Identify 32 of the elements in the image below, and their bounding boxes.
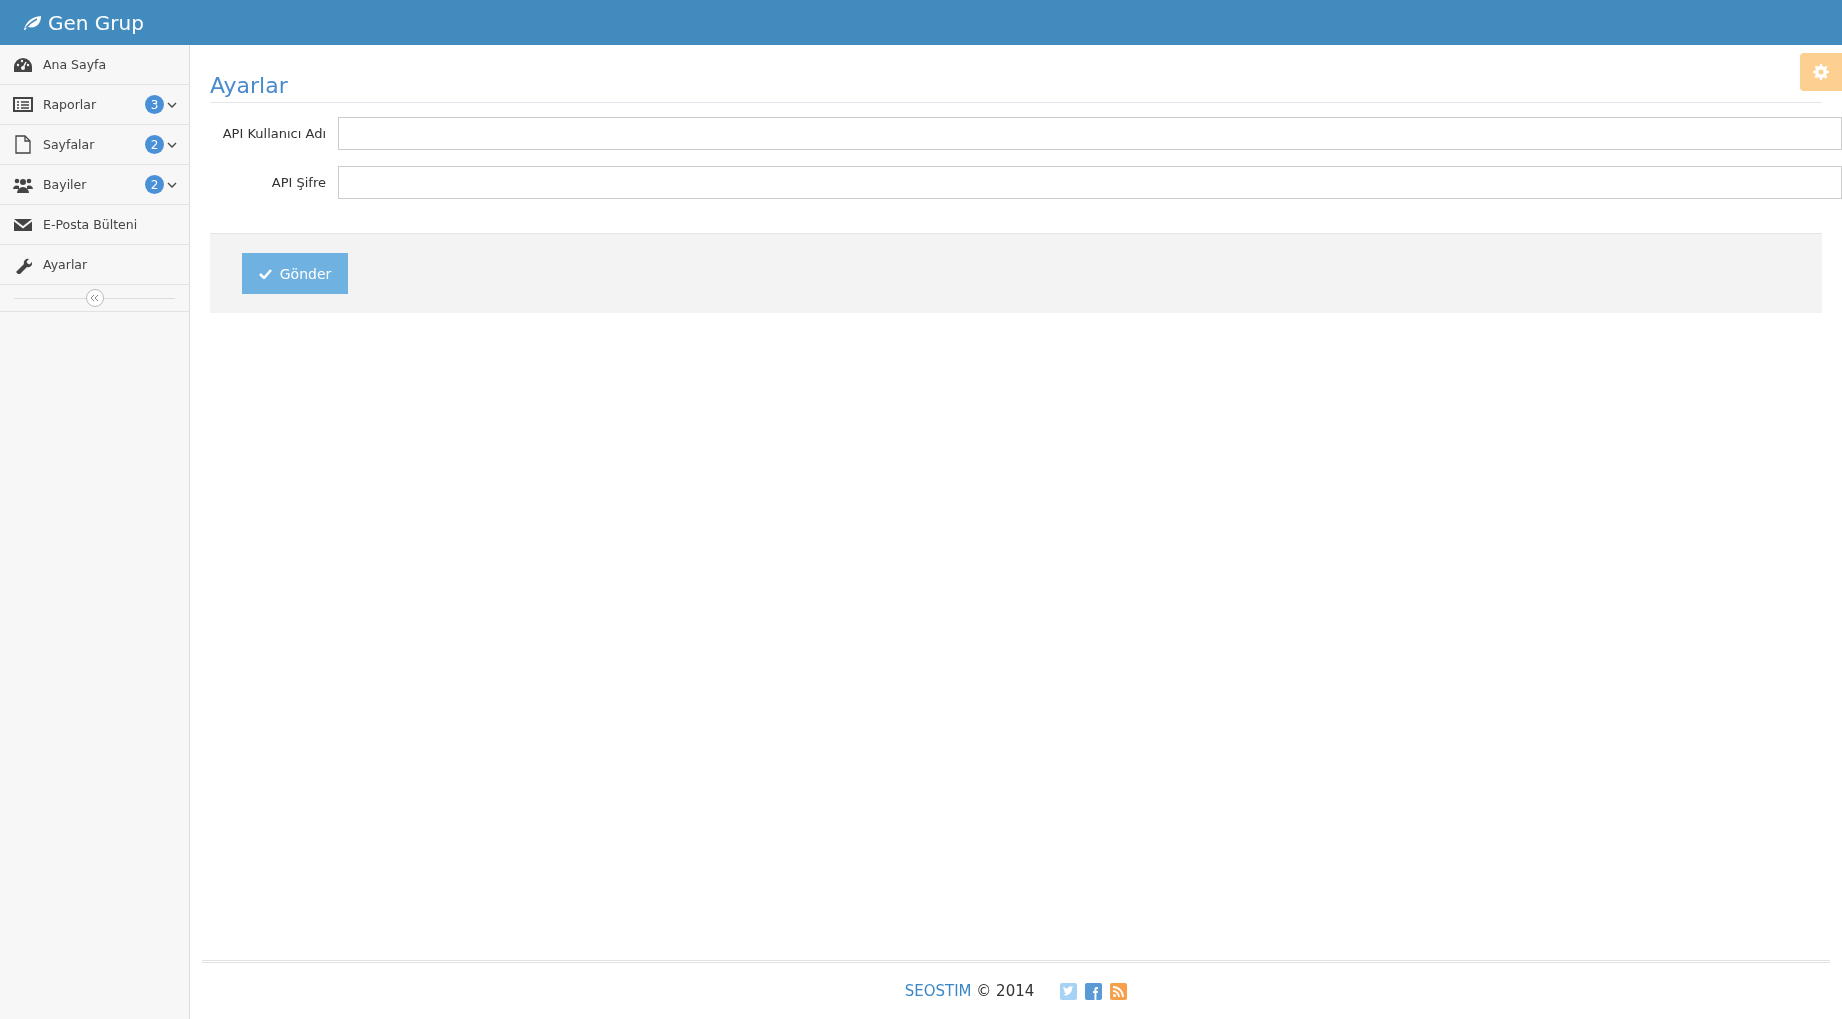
collapse-sidebar-button[interactable] [85,289,104,307]
bird-icon[interactable] [1060,982,1078,1000]
rss-icon[interactable] [1110,982,1128,1000]
checkmark-icon [258,268,272,279]
field-label: API Şifre [270,175,326,190]
brand-name: Gen Grup [48,10,144,35]
settings-button[interactable] [1800,53,1842,91]
copyright-text: © 2014 [976,982,1035,1000]
count-badge: 2 [145,135,164,154]
count-badge: 3 [145,95,164,114]
input-field[interactable] [338,166,1842,199]
input-field[interactable] [338,117,1842,150]
list-icon [13,97,33,112]
double-chevron-left-icon [90,294,99,302]
sidebar-item[interactable]: Bayiler 2 [0,165,189,205]
count-badge: 2 [145,175,164,194]
page-title: Ayarlar [210,73,1822,103]
facebook-icon[interactable] [1085,982,1103,1000]
sidebar-item[interactable]: E-Posta Bülteni [0,205,189,245]
sidebar-item[interactable]: Ana Sayfa [0,45,189,85]
settings-icon [1813,64,1829,80]
field-label: API Kullanıcı Adı [221,126,326,141]
gauge-icon [13,56,33,73]
brand-logo[interactable]: Gen Grup [22,10,144,35]
users-icon [13,176,33,193]
sidebar-item[interactable]: Ayarlar [0,245,189,285]
envelope-icon [13,217,33,232]
footer-link[interactable]: SEOSTIM [904,982,972,1000]
leaf-icon [22,14,42,31]
document-icon [15,135,31,154]
sidebar-item[interactable]: Sayfalar 2 [0,125,189,165]
sidebar-item[interactable]: Raporlar 3 [0,85,189,125]
